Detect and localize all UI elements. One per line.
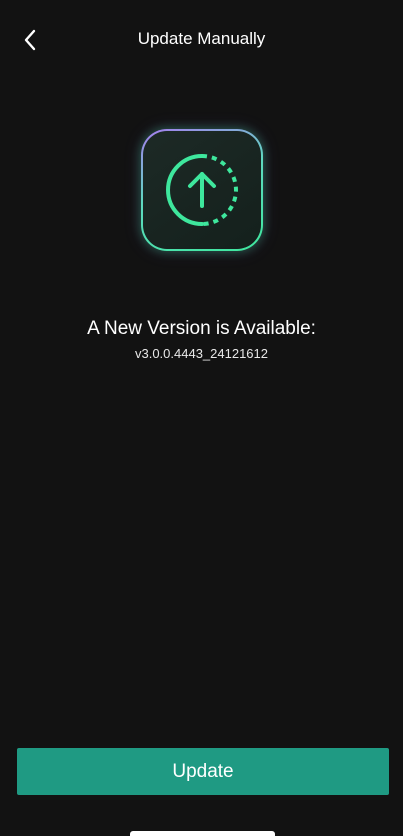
upload-arrow-circle-icon — [166, 154, 238, 226]
new-version-headline: A New Version is Available: — [87, 318, 316, 339]
page-title: Update Manually — [137, 29, 266, 48]
version-number: v3.0.0.4443_24121612 — [134, 346, 268, 361]
app-update-icon — [141, 129, 263, 251]
update-button[interactable]: Update — [17, 748, 389, 795]
home-indicator — [130, 831, 275, 836]
header-bar: Update Manually — [0, 0, 403, 78]
